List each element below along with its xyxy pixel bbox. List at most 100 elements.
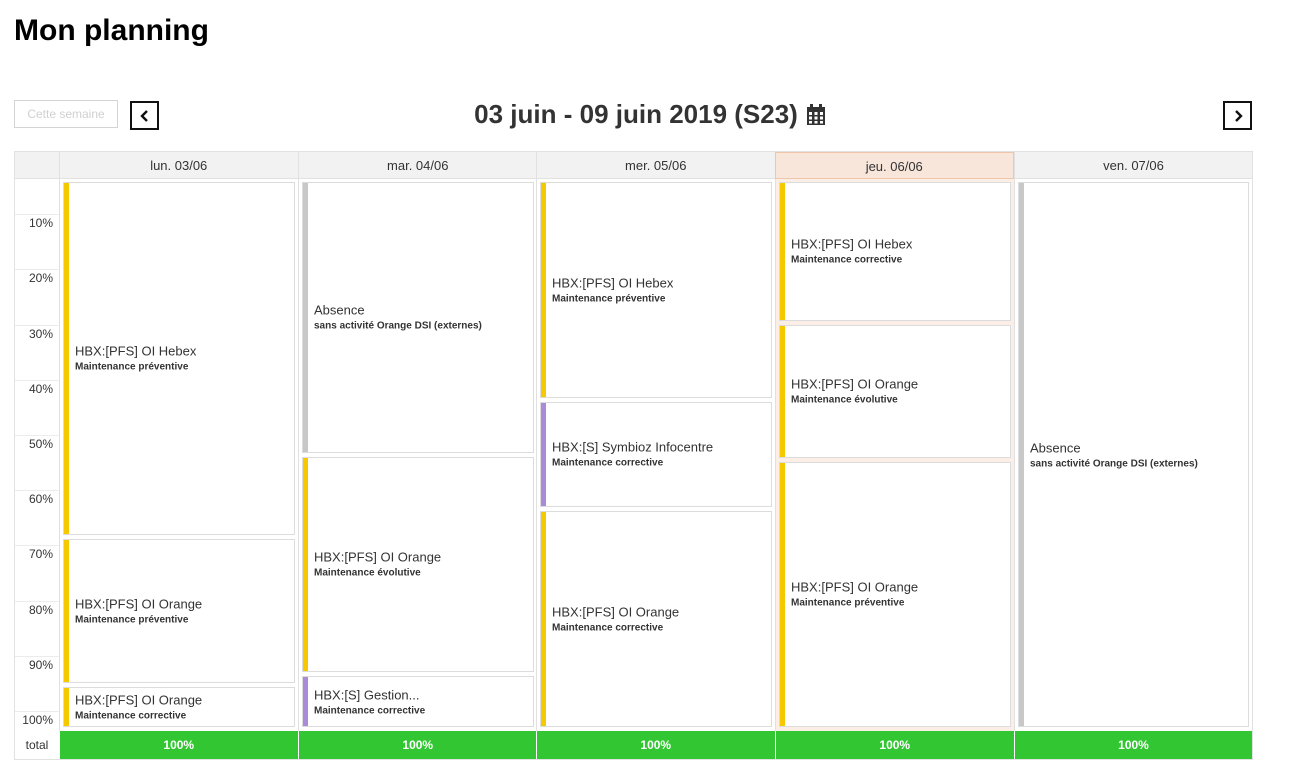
planning-event[interactable]: HBX:[PFS] OI Orange Maintenance évolutive [302,456,534,673]
event-title: Absence [314,302,365,318]
day-header: jeu. 06/06 [775,152,1014,179]
event-title: Absence [1030,440,1081,455]
planning-event[interactable]: HBX:[PFS] OI Orange Maintenance correctiv… [63,687,295,727]
event-title: HBX:[PFS] OI Hebex [75,343,197,359]
event-subtitle: Maintenance corrective [314,705,426,717]
event-title: HBX:[PFS] OI Hebex [552,275,674,291]
event-content: Absence sans activité Orange DSI (externe… [314,303,529,332]
event-title: HBX:[PFS] OI Orange [791,579,919,595]
day-total: 100% [536,731,775,759]
event-subtitle: Maintenance corrective [552,622,664,634]
event-content: HBX:[PFS] OI Orange Maintenance correctiv… [552,605,767,634]
event-title: HBX:[S] Gestion... [314,687,420,703]
event-content: HBX:[S] Symbioz Infocentre Maintenance co… [552,440,767,469]
event-title: HBX:[PFS] OI Orange [75,596,203,612]
event-subtitle: Maintenance préventive [791,597,905,609]
event-color-bar [541,402,546,507]
event-color-bar [541,183,546,397]
axis-percent-label: 80% [28,602,53,617]
event-content: HBX:[PFS] OI Orange Maintenance évolutive [791,377,1006,406]
axis-percent-label: 100% [22,713,53,727]
axis-gridline [15,435,59,436]
event-color-bar [303,677,308,726]
day-total: 100% [775,731,1014,759]
day-column: HBX:[PFS] OI Hebex Maintenance corrective… [775,179,1014,731]
percent-axis: 10% 20% 30% 40% 50% 60% 70% 80% 90% 100% [15,179,59,731]
event-subtitle: Maintenance évolutive [791,394,898,406]
axis-percent-label: 70% [28,547,53,562]
event-content: HBX:[PFS] OI Hebex Maintenance préventive [552,275,767,304]
axis-gridline [15,655,59,657]
event-title: HBX:[PFS] OI Orange [791,376,919,392]
day-column: Absence sans activité Orange DSI (externe… [298,179,537,731]
calendar-icon[interactable] [806,103,826,126]
event-subtitle: Maintenance corrective [791,254,903,266]
planning-event[interactable]: HBX:[PFS] OI Orange Maintenance correctiv… [540,511,772,727]
planning-event[interactable]: HBX:[PFS] OI Orange Maintenance préventiv… [779,461,1011,727]
chevron-right-icon [1234,109,1243,122]
axis-percent-label: 30% [28,326,53,341]
event-color-bar [303,457,308,672]
day-column: HBX:[PFS] OI Hebex Maintenance préventive… [59,179,298,731]
event-title: HBX:[PFS] OI Orange [75,692,203,708]
event-content: HBX:[PFS] OI Hebex Maintenance préventive [75,344,290,373]
event-color-bar [1019,183,1024,726]
planning-event[interactable]: HBX:[PFS] OI Hebex Maintenance corrective [779,182,1011,321]
event-color-bar [541,512,546,726]
event-title: HBX:[PFS] OI Orange [552,604,680,620]
planning-event[interactable]: HBX:[PFS] OI Orange Maintenance évolutive [779,324,1011,458]
week-range-label: 03 juin - 09 juin 2019 (S23) [474,99,798,129]
axis-gridline [15,379,59,381]
page-title: Mon planning [14,14,209,47]
event-color-bar [780,183,785,320]
axis-percent-label: 50% [28,437,53,451]
axis-gridline [15,545,59,547]
event-title: HBX:[PFS] OI Orange [314,549,442,565]
axis-gridline [15,214,59,216]
planning-event[interactable]: HBX:[S] Symbioz Infocentre Maintenance co… [540,401,772,508]
day-total: 100% [59,731,298,759]
week-range-title: 03 juin - 09 juin 2019 (S23) [300,99,1000,130]
event-content: HBX:[PFS] OI Orange Maintenance correctiv… [75,693,290,722]
event-color-bar [64,183,69,534]
event-content: Absence sans activité Orange DSI (externe… [1030,440,1244,469]
this-week-button[interactable]: Cette semaine [14,100,118,128]
planning-event[interactable]: HBX:[PFS] OI Hebex Maintenance préventive [63,182,295,535]
event-content: HBX:[S] Gestion... Maintenance corrective [314,687,529,716]
planning-event[interactable]: Absence sans activité Orange DSI (externe… [1018,182,1249,727]
axis-percent-label: 60% [28,492,53,507]
event-subtitle: Maintenance corrective [75,710,187,722]
next-week-button[interactable] [1223,101,1252,130]
event-subtitle: sans activité Orange DSI (externes) [1030,458,1198,469]
planning-event[interactable]: HBX:[S] Gestion... Maintenance corrective [302,676,534,727]
previous-week-button[interactable] [130,101,159,130]
axis-gridline [15,324,59,326]
event-color-bar [303,183,308,452]
event-subtitle: Maintenance corrective [552,457,664,469]
day-column: HBX:[PFS] OI Hebex Maintenance préventive… [536,179,775,731]
planning-event[interactable]: HBX:[PFS] OI Hebex Maintenance préventive [540,182,772,398]
event-subtitle: Maintenance préventive [552,293,666,305]
day-column: Absence sans activité Orange DSI (externe… [1014,179,1252,731]
axis-percent-label: 40% [28,381,53,396]
axis-gridline [15,711,59,712]
event-subtitle: Maintenance préventive [75,614,189,626]
event-subtitle: Maintenance préventive [75,361,189,373]
day-header: mar. 04/06 [298,152,537,179]
planning-event[interactable]: HBX:[PFS] OI Orange Maintenance préventiv… [63,538,295,684]
chevron-left-icon [139,109,148,122]
event-content: HBX:[PFS] OI Hebex Maintenance corrective [791,237,1006,266]
event-color-bar [780,462,785,726]
day-header: lun. 03/06 [59,152,298,179]
day-header: mer. 05/06 [536,152,775,179]
event-content: HBX:[PFS] OI Orange Maintenance préventiv… [75,596,290,625]
axis-percent-label: 10% [28,216,53,231]
day-header: ven. 07/06 [1014,152,1252,179]
axis-gridline [15,490,59,492]
event-color-bar [64,688,69,726]
axis-percent-label: 90% [28,657,53,672]
weekly-planning-grid: 10% 20% 30% 40% 50% 60% 70% 80% 90% 100% total lu… [14,151,1253,760]
planning-event[interactable]: Absence sans activité Orange DSI (externe… [302,182,534,453]
event-title: HBX:[S] Symbioz Infocentre [552,439,714,455]
axis-gridline [15,269,59,271]
